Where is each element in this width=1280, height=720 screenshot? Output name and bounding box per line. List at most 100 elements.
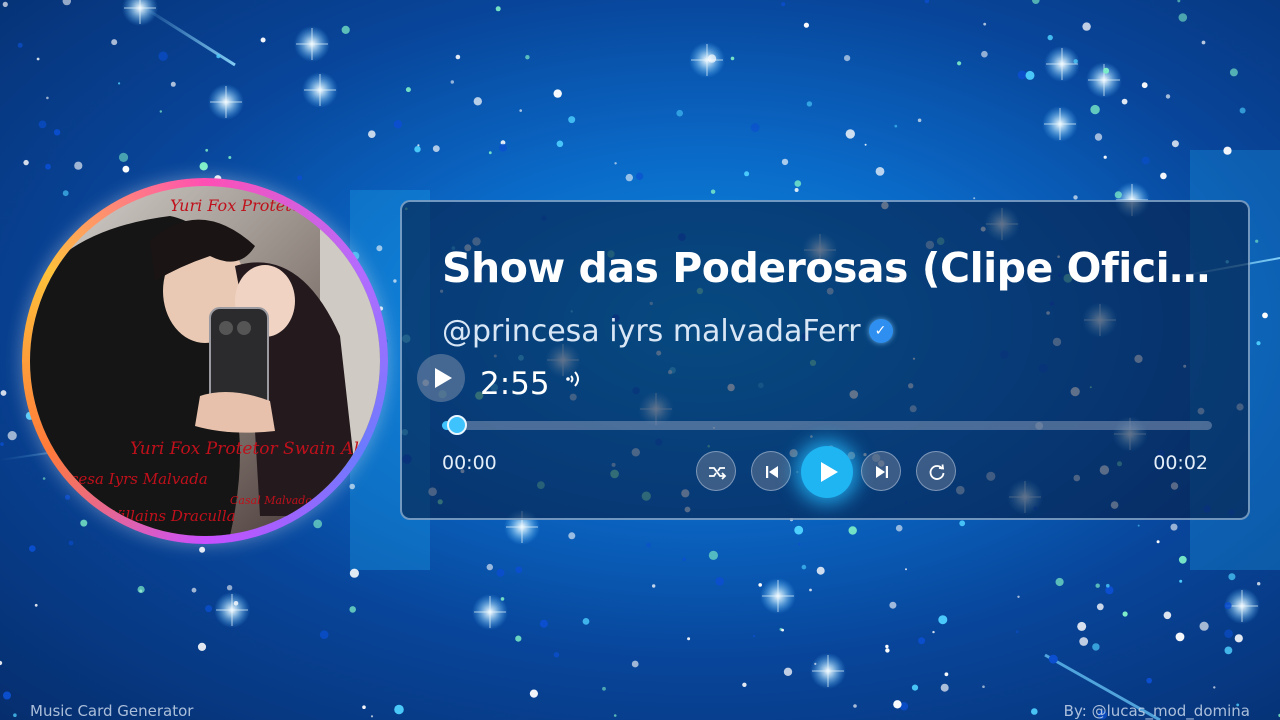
progress-handle[interactable]: [447, 415, 468, 435]
star-dot: [525, 55, 530, 60]
star-dot: [228, 156, 232, 159]
star-dot: [1122, 611, 1128, 617]
star-dot: [708, 550, 719, 561]
star-dot: [1160, 172, 1167, 180]
star-dot: [917, 118, 922, 123]
star-dot: [122, 165, 130, 173]
star-dot: [781, 628, 784, 632]
star-dot: [53, 129, 61, 136]
star-dot: [895, 524, 903, 532]
star-dot: [1165, 94, 1171, 99]
star-dot: [1017, 70, 1027, 80]
album-cover-image: Yuri Fox Protetor Yuri Fox Protetor Swai…: [30, 186, 380, 536]
star-dot: [848, 526, 857, 535]
star-dot: [742, 682, 747, 687]
star-dot: [1178, 555, 1187, 564]
star-dot: [1103, 155, 1107, 159]
end-time: 00:02: [1153, 452, 1208, 474]
star-dot: [260, 37, 266, 43]
star-dot: [1163, 611, 1172, 620]
star-dot: [216, 54, 221, 59]
star-dot: [844, 55, 851, 62]
previous-track-button[interactable]: [751, 451, 791, 491]
svg-text:Yuri Fox Protetor Swain Alfa: Yuri Fox Protetor Swain Alfa: [130, 439, 375, 459]
star-dot: [405, 87, 411, 93]
star-dot: [13, 713, 17, 717]
star-dot: [473, 97, 482, 106]
star-dot: [370, 715, 374, 718]
star-dot: [710, 189, 716, 194]
star-dot: [631, 660, 639, 668]
star-dot: [1224, 629, 1233, 638]
track-title: Show das Poderosas (Clipe Oficial...: [442, 244, 1212, 292]
progress-bar[interactable]: [442, 415, 1212, 435]
star-dot: [783, 667, 793, 676]
star-dot: [499, 143, 507, 152]
star-dot: [500, 597, 505, 601]
skip-previous-icon: [766, 466, 778, 478]
star-dot: [1257, 582, 1261, 586]
star-dot: [803, 22, 810, 28]
star-dot: [1079, 637, 1089, 646]
star-dot: [1223, 146, 1232, 155]
star-dot: [1141, 82, 1148, 89]
star-dot: [539, 619, 548, 628]
star-dot: [553, 652, 560, 658]
star-dot: [981, 50, 988, 58]
star-dot: [1094, 133, 1103, 141]
star-dot: [864, 143, 867, 146]
mini-play-button[interactable]: [417, 354, 465, 402]
star-dot: [646, 542, 651, 548]
play-button[interactable]: [801, 446, 853, 498]
star-dot: [38, 120, 47, 129]
volume-icon[interactable]: [565, 366, 591, 392]
star-dot: [730, 56, 735, 61]
star-dot: [1015, 630, 1019, 634]
star-dot: [118, 152, 129, 162]
track-duration: 2:55: [480, 366, 550, 402]
artist-name: @princesa iyrs malvadaFerr ✓: [442, 314, 893, 349]
star-dot: [1073, 59, 1078, 64]
star-dot: [798, 543, 801, 546]
star-dot: [495, 6, 501, 12]
star-dot: [1171, 140, 1179, 148]
star-dot: [1017, 595, 1020, 598]
star-dot: [889, 601, 897, 609]
star-dot: [199, 546, 206, 553]
star-dot: [432, 145, 440, 153]
star-dot: [758, 583, 762, 587]
star-dot: [349, 568, 359, 578]
star-dot: [911, 684, 919, 691]
star-dot: [1170, 523, 1178, 531]
star-dot: [944, 672, 949, 677]
svg-text:Villains Draculla: Villains Draculla: [110, 507, 236, 525]
star-dot: [205, 148, 209, 152]
star-dot: [341, 25, 350, 34]
play-icon: [435, 368, 452, 388]
star-dot: [894, 124, 898, 128]
star-dot: [297, 175, 303, 181]
star-dot: [1224, 646, 1233, 655]
star-dot: [1201, 40, 1206, 45]
shuffle-button[interactable]: [696, 451, 736, 491]
star-dot: [1146, 677, 1152, 684]
verified-badge-icon: ✓: [868, 319, 893, 343]
svg-text:cesa Iyrs Malvada: cesa Iyrs Malvada: [70, 470, 208, 488]
star-dot: [602, 686, 606, 691]
star-dot: [0, 442, 4, 446]
music-card-stage: Yuri Fox Protetor Yuri Fox Protetor Swai…: [0, 0, 1280, 720]
star-dot: [1092, 643, 1100, 651]
star-dot: [1179, 579, 1183, 583]
star-dot: [1090, 104, 1100, 115]
star-dot: [1121, 98, 1128, 105]
footer-generator-label: Music Card Generator: [30, 702, 194, 720]
star-dot: [1175, 632, 1185, 642]
star-dot: [781, 158, 789, 166]
star-dot: [652, 584, 656, 588]
star-dot: [450, 80, 454, 84]
star-dot: [1234, 634, 1243, 643]
repeat-icon: [929, 464, 945, 480]
next-track-button[interactable]: [861, 451, 901, 491]
star-dot: [556, 140, 564, 148]
repeat-button[interactable]: [916, 451, 956, 491]
